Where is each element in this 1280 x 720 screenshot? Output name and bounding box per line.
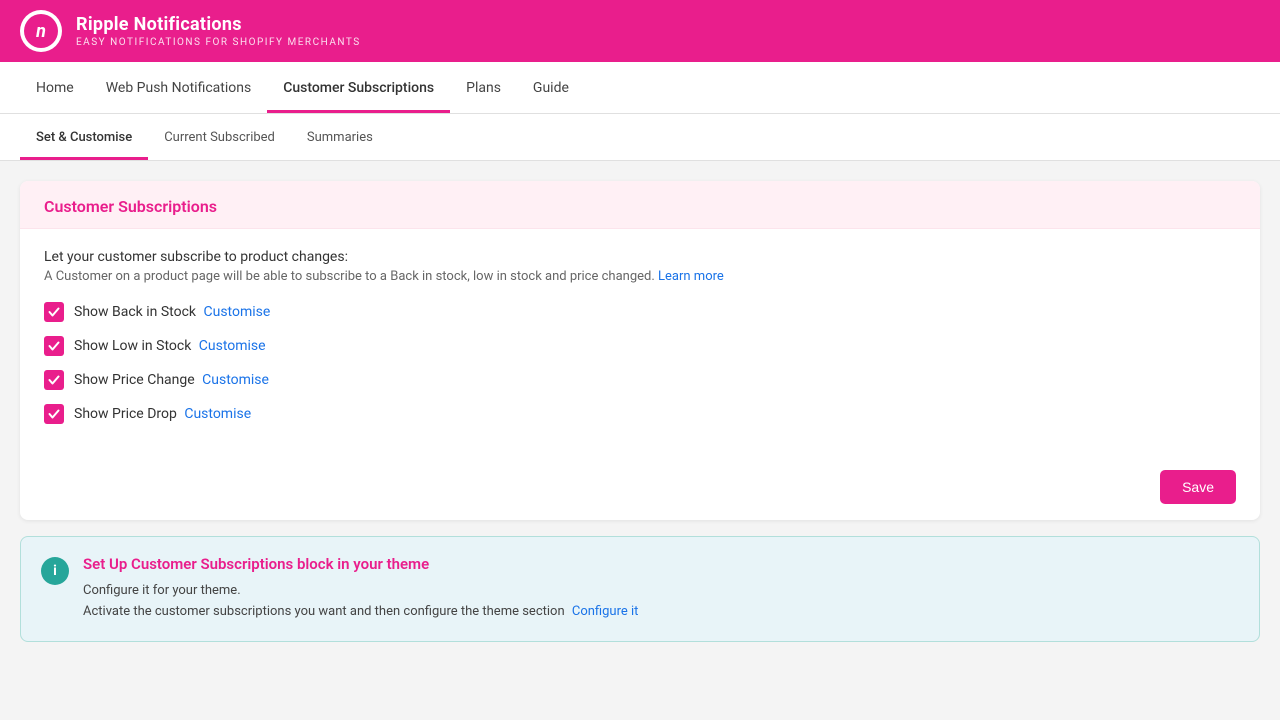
- checkbox-label-price-drop: Show Price Drop Customise: [74, 406, 251, 422]
- nav-item-plans[interactable]: Plans: [450, 62, 517, 113]
- card-header: Customer Subscriptions: [20, 181, 1260, 229]
- info-card-content: Set Up Customer Subscriptions block in y…: [83, 555, 638, 623]
- nav-item-guide[interactable]: Guide: [517, 62, 585, 113]
- save-button[interactable]: Save: [1160, 470, 1236, 504]
- checkbox-row-price-drop: Show Price Drop Customise: [44, 404, 1236, 424]
- logo-letter: n: [24, 14, 58, 48]
- card-title: Customer Subscriptions: [44, 197, 1236, 216]
- nav-item-web-push[interactable]: Web Push Notifications: [90, 62, 268, 113]
- top-nav: Home Web Push Notifications Customer Sub…: [0, 62, 1280, 114]
- info-icon: i: [41, 557, 69, 585]
- nav-item-customer-subscriptions[interactable]: Customer Subscriptions: [267, 62, 450, 113]
- nav-item-home[interactable]: Home: [20, 62, 90, 113]
- checkbox-low-in-stock[interactable]: [44, 336, 64, 356]
- sub-nav-current-subscribed[interactable]: Current Subscribed: [148, 114, 291, 160]
- card-body: Let your customer subscribe to product c…: [20, 229, 1260, 458]
- sub-nav-summaries[interactable]: Summaries: [291, 114, 389, 160]
- checkbox-label-low-in-stock: Show Low in Stock Customise: [74, 338, 266, 354]
- checkbox-row-low-in-stock: Show Low in Stock Customise: [44, 336, 1236, 356]
- app-subtitle: Easy Notifications for Shopify Merchants: [76, 37, 361, 48]
- info-card-title: Set Up Customer Subscriptions block in y…: [83, 555, 638, 573]
- checkbox-row-back-in-stock: Show Back in Stock Customise: [44, 302, 1236, 322]
- customise-link-low-in-stock[interactable]: Customise: [199, 338, 266, 354]
- info-card: i Set Up Customer Subscriptions block in…: [20, 536, 1260, 642]
- configure-it-link[interactable]: Configure it: [572, 604, 639, 619]
- learn-more-link[interactable]: Learn more: [658, 269, 724, 284]
- main-content: Customer Subscriptions Let your customer…: [0, 161, 1280, 662]
- checkbox-price-drop[interactable]: [44, 404, 64, 424]
- app-logo: n: [20, 10, 62, 52]
- customer-subscriptions-card: Customer Subscriptions Let your customer…: [20, 181, 1260, 520]
- checkbox-label-back-in-stock: Show Back in Stock Customise: [74, 304, 270, 320]
- checkbox-label-price-change: Show Price Change Customise: [74, 372, 269, 388]
- customise-link-price-drop[interactable]: Customise: [184, 406, 251, 422]
- description-main: Let your customer subscribe to product c…: [44, 249, 1236, 265]
- info-card-description: Configure it for your theme. Activate th…: [83, 581, 638, 623]
- description-sub: A Customer on a product page will be abl…: [44, 269, 1236, 284]
- sub-nav-set-customise[interactable]: Set & Customise: [20, 114, 148, 160]
- checkbox-back-in-stock[interactable]: [44, 302, 64, 322]
- customise-link-back-in-stock[interactable]: Customise: [203, 304, 270, 320]
- app-name: Ripple Notifications: [76, 14, 361, 35]
- checkbox-price-change[interactable]: [44, 370, 64, 390]
- app-header: n Ripple Notifications Easy Notification…: [0, 0, 1280, 62]
- app-header-text: Ripple Notifications Easy Notifications …: [76, 14, 361, 48]
- checkbox-row-price-change: Show Price Change Customise: [44, 370, 1236, 390]
- sub-nav: Set & Customise Current Subscribed Summa…: [0, 114, 1280, 161]
- customise-link-price-change[interactable]: Customise: [202, 372, 269, 388]
- card-footer: Save: [20, 458, 1260, 520]
